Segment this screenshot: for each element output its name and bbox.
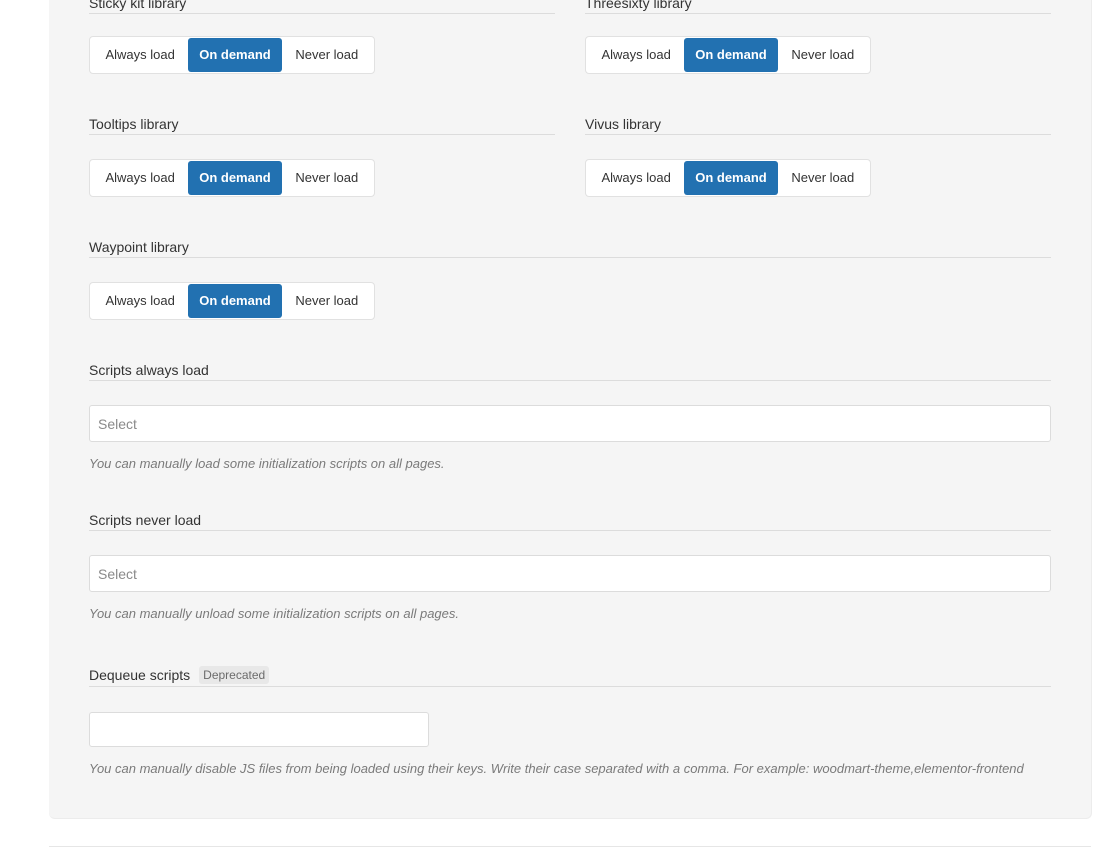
field-sticky-kit: Sticky kit library xyxy=(89,0,555,14)
never-load-button[interactable]: Never load xyxy=(282,284,372,318)
dequeue-scripts-hint: You can manually disable JS files from b… xyxy=(89,761,1024,776)
field-title-text: Vivus library xyxy=(585,116,661,132)
field-title: Sticky kit library xyxy=(89,0,555,14)
scripts-never-load-hint: You can manually unload some initializat… xyxy=(89,606,459,621)
on-demand-button[interactable]: On demand xyxy=(188,161,282,195)
field-dequeue-scripts: Dequeue scripts Deprecated xyxy=(89,664,1051,687)
always-load-button[interactable]: Always load xyxy=(92,284,188,318)
field-title-text: Waypoint library xyxy=(89,239,189,255)
field-title-text: Dequeue scripts xyxy=(89,667,191,683)
scripts-never-load-select[interactable]: Select xyxy=(89,555,1051,592)
on-demand-button[interactable]: On demand xyxy=(684,161,778,195)
field-title: Vivus library xyxy=(585,114,1051,135)
always-load-button[interactable]: Always load xyxy=(588,161,684,195)
field-scripts-always-load: Scripts always load xyxy=(89,360,1051,381)
dequeue-scripts-input[interactable] xyxy=(89,712,429,747)
field-title-text: Threesixty library xyxy=(585,0,692,11)
field-threesixty: Threesixty library xyxy=(585,0,1051,14)
scripts-always-load-hint: You can manually load some initializatio… xyxy=(89,456,445,471)
deprecated-badge: Deprecated xyxy=(199,666,270,684)
always-load-button[interactable]: Always load xyxy=(588,38,684,72)
threesixty-load-options: Always load On demand Never load xyxy=(585,36,871,74)
field-title: Scripts always load xyxy=(89,360,1051,381)
sticky-kit-load-options: Always load On demand Never load xyxy=(89,36,375,74)
field-title: Waypoint library xyxy=(89,237,1051,258)
field-title: Threesixty library xyxy=(585,0,1051,14)
scripts-always-load-select[interactable]: Select xyxy=(89,405,1051,442)
field-title-text: Scripts never load xyxy=(89,512,202,528)
on-demand-button[interactable]: On demand xyxy=(684,38,778,72)
on-demand-button[interactable]: On demand xyxy=(188,284,282,318)
field-waypoint: Waypoint library xyxy=(89,237,1051,258)
never-load-button[interactable]: Never load xyxy=(282,161,372,195)
always-load-button[interactable]: Always load xyxy=(92,161,188,195)
field-title-text: Tooltips library xyxy=(89,116,179,132)
never-load-button[interactable]: Never load xyxy=(778,38,868,72)
field-tooltips: Tooltips library xyxy=(89,114,555,135)
field-title: Dequeue scripts Deprecated xyxy=(89,664,1051,687)
field-vivus: Vivus library xyxy=(585,114,1051,135)
never-load-button[interactable]: Never load xyxy=(282,38,372,72)
tooltips-load-options: Always load On demand Never load xyxy=(89,159,375,197)
field-title: Tooltips library xyxy=(89,114,555,135)
always-load-button[interactable]: Always load xyxy=(92,38,188,72)
on-demand-button[interactable]: On demand xyxy=(188,38,282,72)
field-title: Scripts never load xyxy=(89,510,1051,531)
vivus-load-options: Always load On demand Never load xyxy=(585,159,871,197)
field-scripts-never-load: Scripts never load xyxy=(89,510,1051,531)
field-title-text: Scripts always load xyxy=(89,362,209,378)
field-title-text: Sticky kit library xyxy=(89,0,187,11)
never-load-button[interactable]: Never load xyxy=(778,161,868,195)
bottom-divider xyxy=(49,846,1091,847)
waypoint-load-options: Always load On demand Never load xyxy=(89,282,375,320)
